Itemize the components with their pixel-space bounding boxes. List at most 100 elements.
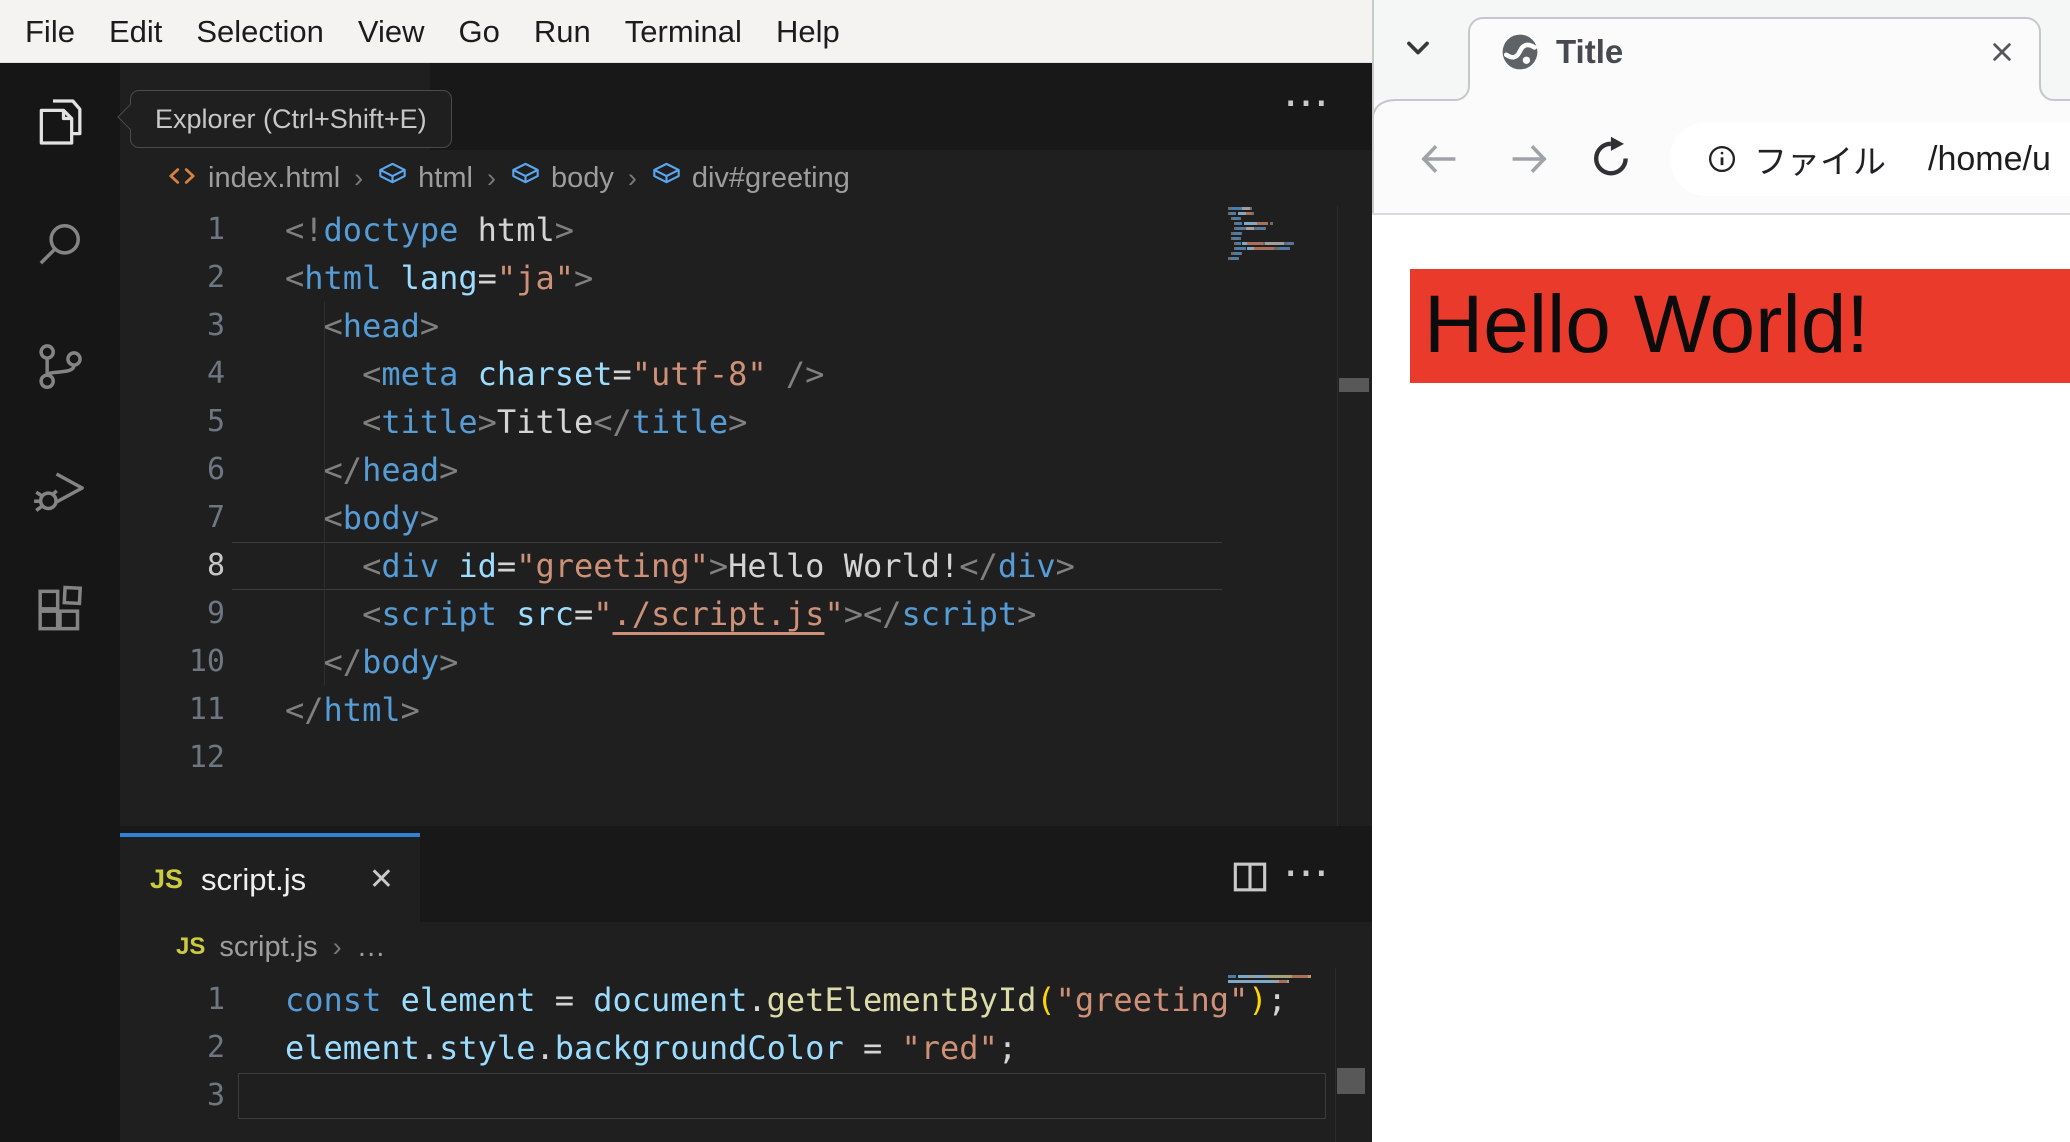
vscode-menubar: File Edit Selection View Go Run Terminal Help: [0, 0, 1372, 63]
scrollbar-track: [1337, 206, 1338, 826]
panel-more-actions-icon[interactable]: ⋯: [1283, 849, 1331, 895]
forward-button[interactable]: [1506, 136, 1552, 187]
run-and-debug-icon: [32, 460, 88, 521]
chevron-right-icon: ›: [486, 162, 496, 193]
line-number: 1: [206, 982, 225, 1017]
chevron-right-icon: ›: [354, 162, 364, 193]
file-scheme-chip[interactable]: ファイル: [1754, 135, 1886, 183]
line-content: <meta charset="utf-8" />: [362, 355, 825, 393]
js-file-icon: JS: [176, 933, 206, 960]
breadcrumb-item-body[interactable]: body: [510, 160, 614, 196]
code-line[interactable]: 1 const element = document.getElementById…: [120, 976, 1372, 1024]
line-content: <head>: [323, 307, 440, 345]
activity-search-button[interactable]: [0, 185, 120, 307]
code-line[interactable]: 12: [120, 734, 1372, 782]
chevron-right-icon: ›: [332, 931, 342, 962]
breadcrumb-symbol[interactable]: …: [357, 931, 386, 964]
minimap-js[interactable]: [1228, 974, 1312, 988]
symbol-cube-icon: [651, 160, 682, 196]
activity-explorer-button[interactable]: [0, 63, 120, 185]
code-line[interactable]: 9 <script src="./script.js"></script>: [120, 590, 1372, 638]
breadcrumb: index.html › html › body › div#greeting: [120, 150, 1372, 206]
code-line[interactable]: 4 <meta charset="utf-8" />: [120, 350, 1372, 398]
menu-item-help[interactable]: Help: [759, 0, 857, 63]
line-content: </head>: [323, 451, 459, 489]
code-line[interactable]: 3 <head>: [120, 302, 1372, 350]
code-line[interactable]: 7 <body>: [120, 494, 1372, 542]
breadcrumb-label: div#greeting: [691, 161, 850, 194]
line-number: 12: [188, 740, 225, 775]
back-button[interactable]: [1416, 136, 1462, 187]
address-bar[interactable]: ファイル /home/u: [1670, 122, 2070, 196]
menu-item-terminal[interactable]: Terminal: [608, 0, 759, 63]
menu-item-selection[interactable]: Selection: [179, 0, 341, 63]
js-file-icon: JS: [150, 864, 184, 894]
line-content: </body>: [323, 643, 459, 681]
info-icon[interactable]: [1704, 141, 1740, 177]
line-number: 2: [206, 260, 225, 295]
menu-item-go[interactable]: Go: [442, 0, 517, 63]
code-line[interactable]: 6 </head>: [120, 446, 1372, 494]
line-number: 6: [206, 452, 225, 487]
tab-script-js[interactable]: JS script.js ✕: [120, 837, 420, 922]
reload-button[interactable]: [1588, 134, 1636, 187]
minimap-line: [1228, 979, 1312, 984]
menu-item-run[interactable]: Run: [517, 0, 608, 63]
scrollbar-handle[interactable]: [1339, 378, 1369, 392]
code-line[interactable]: 5 <title>Title</title>: [120, 398, 1372, 446]
minimap-html[interactable]: [1228, 206, 1312, 264]
html-code-editor[interactable]: 1 <!doctype html> 2 <html lang="ja"> 3 <head…: [120, 206, 1372, 782]
globe-favicon: [1498, 30, 1542, 79]
code-line[interactable]: 3: [120, 1072, 1372, 1120]
scrollbar-handle[interactable]: [1337, 1068, 1365, 1094]
line-number: 9: [206, 596, 225, 631]
menu-item-view[interactable]: View: [341, 0, 442, 63]
code-line[interactable]: 10 </body>: [120, 638, 1372, 686]
line-number: 3: [206, 1078, 225, 1113]
line-content: element.style.backgroundColor = "red";: [285, 1029, 1018, 1067]
line-content: const element = document.getElementById(…: [285, 981, 1287, 1019]
breadcrumb-label: html: [418, 161, 473, 194]
code-line[interactable]: 1 <!doctype html>: [120, 206, 1372, 254]
extensions-icon: [32, 582, 88, 643]
js-code-editor[interactable]: 1 const element = document.getElementById…: [120, 976, 1372, 1120]
tab-label: script.js: [201, 861, 307, 897]
breadcrumb-file[interactable]: script.js: [219, 931, 317, 964]
line-number: 11: [188, 692, 225, 727]
explorer-tooltip: Explorer (Ctrl+Shift+E): [130, 90, 452, 148]
activity-run-debug-button[interactable]: [0, 429, 120, 551]
menu-item-edit[interactable]: Edit: [92, 0, 179, 63]
activity-extensions-button[interactable]: [0, 551, 120, 673]
breadcrumb-item-div-greeting[interactable]: div#greeting: [651, 160, 850, 196]
activity-source-control-button[interactable]: [0, 307, 120, 429]
close-tab-icon[interactable]: ✕: [369, 862, 394, 897]
line-number: 5: [206, 404, 225, 439]
line-number: 8: [206, 548, 225, 583]
window-edge: [1372, 0, 1374, 213]
search-icon: [32, 216, 88, 277]
line-content: <div id="greeting">Hello World!</div>: [362, 547, 1075, 585]
split-editor-icon[interactable]: [1228, 855, 1272, 904]
browser-tab[interactable]: [1372, 0, 2070, 130]
code-line[interactable]: 2 element.style.backgroundColor = "red";: [120, 1024, 1372, 1072]
chevron-right-icon: ›: [627, 162, 637, 193]
active-tab-accent: [120, 833, 420, 837]
tab-list-chevron-icon[interactable]: [1398, 28, 1438, 73]
activity-bar: [0, 63, 120, 1142]
minimap-line: [1228, 256, 1312, 261]
source-control-icon: [32, 338, 88, 399]
breadcrumb-item-html[interactable]: html: [377, 160, 473, 196]
code-line[interactable]: 11 </html>: [120, 686, 1372, 734]
menu-item-file[interactable]: File: [8, 0, 92, 63]
code-line[interactable]: 2 <html lang="ja">: [120, 254, 1372, 302]
editor-more-actions-icon[interactable]: ⋯: [1283, 79, 1331, 125]
indent-guide: [324, 302, 325, 686]
address-url[interactable]: /home/u: [1928, 140, 2051, 179]
close-tab-icon[interactable]: [1984, 34, 2020, 75]
line-content: <script src="./script.js"></script>: [362, 595, 1037, 633]
line-number: 10: [188, 644, 225, 679]
line-number: 7: [206, 500, 225, 535]
breadcrumb-item-index-html[interactable]: index.html: [166, 160, 340, 197]
greeting-banner: Hello World!: [1410, 269, 2070, 383]
code-line[interactable]: 8 <div id="greeting">Hello World!</div>: [120, 542, 1372, 590]
